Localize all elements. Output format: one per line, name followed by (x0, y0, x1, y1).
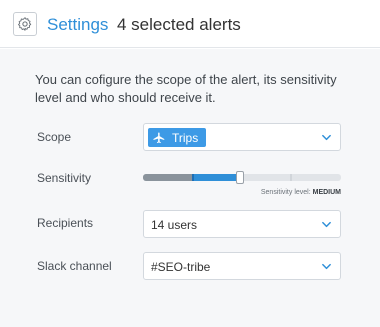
scope-tag-label: Trips (172, 130, 199, 145)
sensitivity-tick (192, 174, 194, 181)
chevron-down-icon (322, 263, 331, 270)
recipients-select[interactable]: 14 users (143, 210, 341, 238)
intro-text: You can cofigure the scope of the alert,… (35, 72, 337, 105)
slack-channel-value: #SEO-tribe (151, 260, 211, 274)
scope-label: Scope (37, 130, 72, 144)
sensitivity-level: MEDIUM (312, 189, 341, 196)
sensitivity-slider-fill (193, 174, 240, 181)
chevron-down-icon (322, 134, 331, 141)
gear-icon (18, 17, 32, 31)
sensitivity-tick (290, 174, 292, 181)
scope-tag-trips[interactable]: Trips (148, 128, 206, 147)
settings-button[interactable] (13, 12, 37, 36)
sensitivity-slider-low-segment (143, 174, 193, 181)
slack-channel-label: Slack channel (37, 259, 112, 273)
scope-select[interactable]: Trips (143, 123, 341, 151)
slack-channel-select[interactable]: #SEO-tribe (143, 252, 341, 280)
settings-link[interactable]: Settings (47, 15, 108, 35)
page-title: 4 selected alerts (117, 15, 241, 34)
chevron-down-icon (322, 221, 331, 228)
plane-icon (153, 131, 165, 143)
sensitivity-label: Sensitivity (37, 171, 92, 185)
recipients-label: Recipients (37, 216, 94, 230)
recipients-value: 14 users (151, 218, 198, 232)
sensitivity-slider-handle[interactable] (236, 171, 244, 184)
header: Settings 4 selected alerts (0, 0, 380, 48)
sensitivity-caption-prefix: Sensitivity level: (260, 189, 311, 196)
sensitivity-caption: Sensitivity level: MEDIUM (261, 189, 341, 196)
